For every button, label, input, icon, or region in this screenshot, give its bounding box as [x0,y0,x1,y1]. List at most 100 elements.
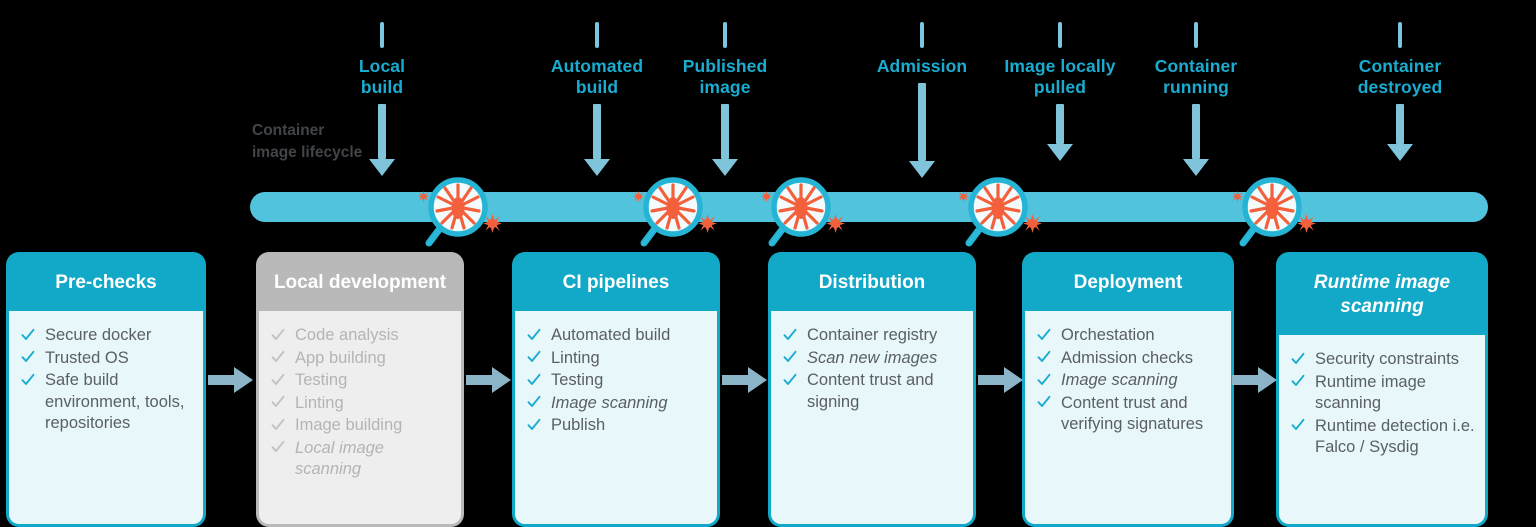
stage-card[interactable]: Distribution Container registry Scan new… [768,252,976,527]
stage-label: Published image [682,56,768,97]
checklist-item-label: Trusted OS [45,348,129,367]
stage-tick-mark [920,22,924,48]
check-icon [271,395,285,409]
checklist-item-label: Container registry [807,326,938,344]
check-icon [783,328,797,342]
check-icon [1037,350,1051,364]
checklist-item: Image scanning [527,393,707,415]
stage-label: Local build [358,56,406,97]
checklist-item-label: Security constraints [1315,350,1459,368]
check-icon [1037,373,1051,387]
checklist-item-label: Content trust and verifying signatures [1061,393,1204,434]
checklist-item: Publish [527,415,707,437]
stage-card-title: CI pipelines [515,255,717,311]
magnifier-bug-icon [414,163,510,259]
stage-card-title: Local development [259,255,461,311]
check-icon [271,350,285,364]
checklist-item-label: Testing [551,371,604,389]
timeline-stage: Container destroyed [1320,0,1480,161]
checklist-item: Security constraints [1291,349,1475,371]
stage-card[interactable]: Deployment Orchestation Admission checks… [1022,252,1234,527]
checklist-item: Runtime image scanning [1291,372,1475,415]
checklist-item: Container registry [783,325,963,347]
checklist-item: Local image scanning [271,438,451,481]
checklist-item-label: Scan new images [807,348,938,367]
stage-tick-mark [1398,22,1402,48]
checklist-item: Runtime detection i.e. Falco / Sysdig [1291,416,1475,459]
checklist: Container registry Scan new images Conte… [783,325,963,413]
stage-card-title: Pre-checks [9,255,203,311]
stage-card[interactable]: Local development Code analysis App buil… [256,252,464,527]
checklist-item-label: Runtime image scanning [1315,372,1426,413]
magnifier-bug-icon [954,163,1050,259]
checklist-item: Content trust and signing [783,370,963,413]
checklist-item-label: Image building [295,416,403,434]
magnifier-bug-icon [629,163,725,259]
arrow-down-icon [1183,104,1209,176]
checklist-item-label: Content trust and signing [807,371,934,411]
check-icon [783,373,797,387]
checklist-item: Secure docker [21,325,193,347]
check-icon [271,373,285,387]
arrow-down-icon [1047,104,1073,161]
stage-card[interactable]: CI pipelines Automated build Linting Tes… [512,252,720,527]
stage-tick-mark [1058,22,1062,48]
check-icon [527,350,541,364]
arrow-right-icon [466,365,512,395]
checklist-item: Orchestation [1037,325,1221,347]
stage-card[interactable]: Runtime image scanning Security constrai… [1276,252,1488,527]
stage-tick-mark [1194,22,1198,48]
stage-tick-mark [595,22,599,48]
stage-card-body: Security constraints Runtime image scann… [1279,335,1485,524]
checklist-item-label: Local image scanning [295,438,384,479]
checklist-item-label: Image scanning [551,393,668,412]
check-icon [527,328,541,342]
checklist-item: Scan new images [783,348,963,370]
stage-card-body: Code analysis App building Testing Linti… [259,311,461,524]
check-icon [1037,328,1051,342]
stage-card[interactable]: Pre-checks Secure docker Trusted OS Safe… [6,252,206,527]
check-icon [783,350,797,364]
checklist-item-label: App building [295,348,386,367]
checklist-item: Testing [271,370,451,392]
check-icon [1291,352,1305,366]
timeline-stage: Local build [302,0,462,176]
timeline-stage: Container running [1116,0,1276,176]
check-icon [527,395,541,409]
check-icon [527,373,541,387]
checklist-item: Image scanning [1037,370,1221,392]
stage-tick-mark [380,22,384,48]
arrow-down-icon [584,104,610,176]
stage-label: Container running [1154,56,1238,97]
arrow-right-icon [1232,365,1278,395]
checklist-item: Linting [527,348,707,370]
checklist-item-label: Admission checks [1061,348,1194,367]
checklist-item-label: Orchestation [1061,326,1155,344]
check-icon [21,373,35,387]
stage-label: Container destroyed [1357,56,1443,97]
stage-card-body: Secure docker Trusted OS Safe build envi… [9,311,203,524]
check-icon [271,418,285,432]
checklist: Automated build Linting Testing Image sc… [527,325,707,437]
checklist-item: Automated build [527,325,707,347]
arrow-down-icon [1387,104,1413,161]
arrow-down-icon [369,104,395,176]
checklist-item-label: Safe build environment, tools, repositor… [45,371,185,432]
check-icon [271,328,285,342]
checklist-item: Image building [271,415,451,437]
check-icon [21,350,35,364]
check-icon [1037,395,1051,409]
arrow-down-icon [909,83,935,178]
checklist-item: Admission checks [1037,348,1221,370]
checklist-item-label: Runtime detection i.e. Falco / Sysdig [1315,416,1475,457]
checklist-item: Testing [527,370,707,392]
stage-tick-mark [723,22,727,48]
checklist-item: App building [271,348,451,370]
checklist-item-label: Secure docker [45,326,152,344]
check-icon [1291,418,1305,432]
checklist-item-label: Publish [551,416,606,434]
checklist: Code analysis App building Testing Linti… [271,325,451,481]
check-icon [271,440,285,454]
check-icon [527,418,541,432]
timeline-stage: Published image [645,0,805,176]
